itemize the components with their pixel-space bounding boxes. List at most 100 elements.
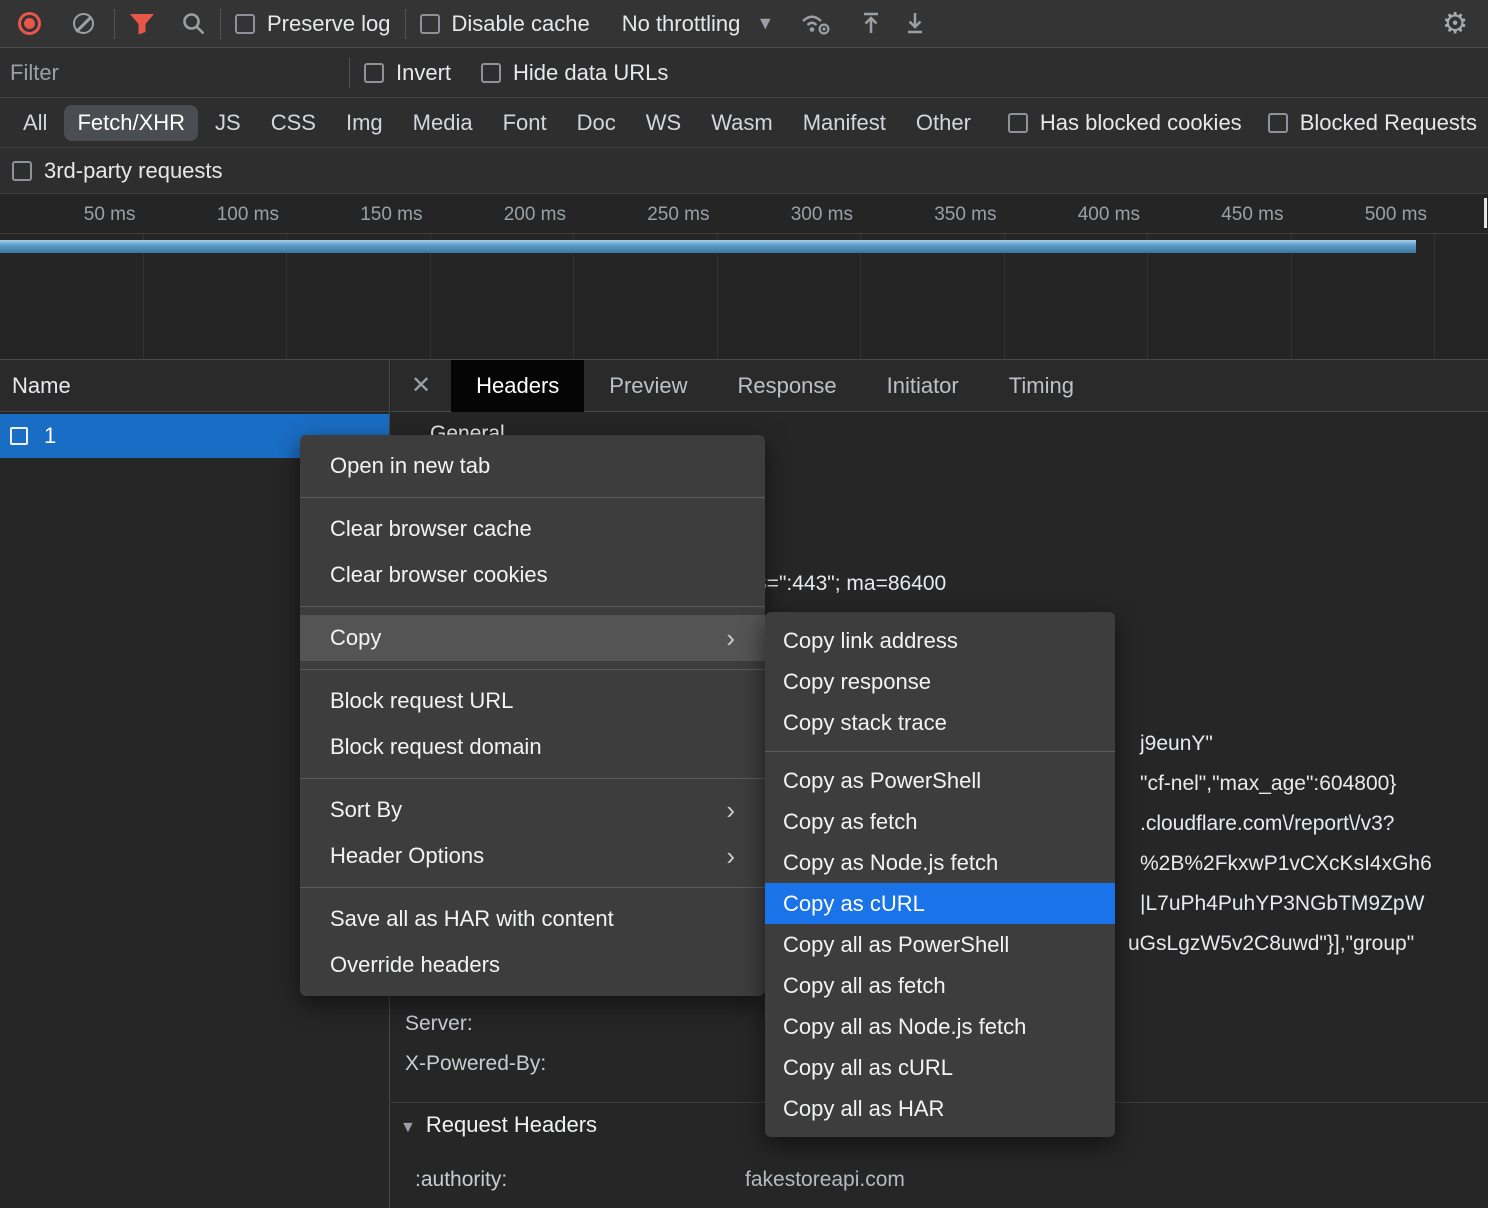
- filter-input[interactable]: [10, 60, 335, 86]
- tab-timing[interactable]: Timing: [984, 360, 1099, 412]
- menu-item-block-request-url[interactable]: Block request URL: [300, 678, 765, 724]
- submenu-arrow-icon: ›: [726, 615, 735, 661]
- ruler-tick: 300 ms: [718, 194, 862, 233]
- submenu-item-copy-all-as-curl[interactable]: Copy all as cURL: [765, 1047, 1115, 1088]
- submenu-item-copy-all-as-node-fetch[interactable]: Copy all as Node.js fetch: [765, 1006, 1115, 1047]
- menu-separator: [300, 669, 765, 670]
- filter-bar: Invert Hide data URLs: [0, 48, 1488, 98]
- alt-svc-value-fragment: 3=":443"; ma=86400: [755, 572, 946, 596]
- preserve-log-checkbox[interactable]: [235, 14, 255, 34]
- toolbar-divider: [220, 9, 221, 39]
- submenu-arrow-icon: ›: [726, 787, 735, 833]
- invert-label: Invert: [396, 60, 451, 86]
- network-overview-timeline[interactable]: 50 ms 100 ms 150 ms 200 ms 250 ms 300 ms…: [0, 194, 1488, 360]
- tab-headers[interactable]: Headers: [451, 360, 584, 412]
- submenu-item-copy-response[interactable]: Copy response: [765, 661, 1115, 702]
- submenu-item-copy-all-as-powershell[interactable]: Copy all as PowerShell: [765, 924, 1115, 965]
- overview-waterfall-bar: [0, 240, 1416, 253]
- devtools-network-panel: Preserve log Disable cache No throttling…: [0, 0, 1488, 1208]
- export-har-icon[interactable]: [904, 11, 926, 36]
- submenu-item-copy-all-as-har[interactable]: Copy all as HAR: [765, 1088, 1115, 1129]
- authority-header-name: :authority:: [415, 1168, 507, 1192]
- disable-cache-label: Disable cache: [452, 11, 590, 37]
- clear-network-log-icon[interactable]: [73, 13, 94, 34]
- submenu-item-copy-as-powershell[interactable]: Copy as PowerShell: [765, 760, 1115, 801]
- request-headers-section[interactable]: ▼Request Headers: [400, 1112, 597, 1138]
- menu-separator: [300, 778, 765, 779]
- ruler-tick: 150 ms: [287, 194, 431, 233]
- submenu-item-copy-as-curl[interactable]: Copy as cURL: [765, 883, 1115, 924]
- menu-item-clear-browser-cookies[interactable]: Clear browser cookies: [300, 552, 765, 598]
- menu-item-copy[interactable]: Copy›: [300, 615, 765, 661]
- header-value-fragment: "cf-nel","max_age":604800}: [1140, 772, 1396, 796]
- invert-checkbox[interactable]: [364, 63, 384, 83]
- type-filter-img[interactable]: Img: [333, 105, 396, 141]
- type-filter-fetch-xhr[interactable]: Fetch/XHR: [64, 105, 198, 141]
- ruler-tick: 50 ms: [0, 194, 144, 233]
- ruler-tick: 100 ms: [144, 194, 288, 233]
- ruler-tick: 250 ms: [574, 194, 718, 233]
- type-filter-ws[interactable]: WS: [633, 105, 694, 141]
- throttling-select[interactable]: No throttling: [622, 11, 741, 37]
- type-filter-media[interactable]: Media: [400, 105, 486, 141]
- type-filter-wasm[interactable]: Wasm: [698, 105, 786, 141]
- blocked-requests-checkbox[interactable]: [1268, 113, 1288, 133]
- request-row-checkbox[interactable]: [10, 427, 28, 445]
- close-details-icon[interactable]: ✕: [391, 371, 451, 400]
- menu-item-sort-by[interactable]: Sort By›: [300, 787, 765, 833]
- menu-item-clear-browser-cache[interactable]: Clear browser cache: [300, 506, 765, 552]
- search-icon[interactable]: [181, 11, 206, 36]
- submenu-item-copy-stack-trace[interactable]: Copy stack trace: [765, 702, 1115, 743]
- request-row-name: 1: [44, 423, 56, 449]
- type-filter-doc[interactable]: Doc: [564, 105, 629, 141]
- text-cursor-artifact: [1484, 198, 1487, 228]
- submenu-item-copy-all-as-fetch[interactable]: Copy all as fetch: [765, 965, 1115, 1006]
- throttling-caret-icon[interactable]: ▼: [756, 13, 774, 34]
- type-filter-js[interactable]: JS: [202, 105, 254, 141]
- ruler-tick: 450 ms: [1148, 194, 1292, 233]
- menu-item-override-headers[interactable]: Override headers: [300, 942, 765, 988]
- x-powered-by-header-name: X-Powered-By:: [405, 1052, 546, 1076]
- menu-item-block-request-domain[interactable]: Block request domain: [300, 724, 765, 770]
- submenu-item-copy-as-node-fetch[interactable]: Copy as Node.js fetch: [765, 842, 1115, 883]
- tab-initiator[interactable]: Initiator: [862, 360, 984, 412]
- submenu-item-copy-as-fetch[interactable]: Copy as fetch: [765, 801, 1115, 842]
- ruler-tick: 500 ms: [1292, 194, 1436, 233]
- type-filter-manifest[interactable]: Manifest: [790, 105, 899, 141]
- disable-cache-checkbox[interactable]: [420, 14, 440, 34]
- menu-item-save-all-har[interactable]: Save all as HAR with content: [300, 896, 765, 942]
- name-column-header[interactable]: Name: [0, 360, 389, 412]
- ruler-tick: 200 ms: [431, 194, 575, 233]
- tab-preview[interactable]: Preview: [584, 360, 712, 412]
- header-value-fragment: .cloudflare.com\/report\/v3?: [1140, 812, 1394, 836]
- submenu-arrow-icon: ›: [726, 833, 735, 879]
- type-filter-css[interactable]: CSS: [258, 105, 329, 141]
- import-har-icon[interactable]: [860, 11, 882, 36]
- menu-item-open-in-new-tab[interactable]: Open in new tab: [300, 443, 765, 489]
- menu-item-header-options[interactable]: Header Options›: [300, 833, 765, 879]
- has-blocked-cookies-label: Has blocked cookies: [1040, 110, 1242, 136]
- network-toolbar: Preserve log Disable cache No throttling…: [0, 0, 1488, 48]
- third-party-checkbox[interactable]: [12, 161, 32, 181]
- blocked-requests-label: Blocked Requests: [1300, 110, 1477, 136]
- has-blocked-cookies-checkbox[interactable]: [1008, 113, 1028, 133]
- hide-data-urls-checkbox[interactable]: [481, 63, 501, 83]
- submenu-item-copy-link-address[interactable]: Copy link address: [765, 620, 1115, 661]
- type-filter-font[interactable]: Font: [490, 105, 560, 141]
- record-icon[interactable]: [18, 12, 41, 35]
- menu-separator: [765, 751, 1115, 752]
- settings-gear-icon[interactable]: ⚙: [1442, 9, 1476, 38]
- third-party-row: 3rd-party requests: [0, 148, 1488, 194]
- type-filter-other[interactable]: Other: [903, 105, 984, 141]
- request-type-filters: All Fetch/XHR JS CSS Img Media Font Doc …: [0, 98, 1488, 148]
- tab-response[interactable]: Response: [713, 360, 862, 412]
- disclosure-triangle-icon[interactable]: ▼: [400, 1119, 416, 1136]
- details-tab-bar: ✕ Headers Preview Response Initiator Tim…: [391, 360, 1488, 412]
- network-conditions-icon[interactable]: [800, 11, 832, 37]
- third-party-label: 3rd-party requests: [44, 158, 223, 184]
- filter-funnel-icon[interactable]: [129, 13, 155, 35]
- header-value-fragment: |L7uPh4PuhYP3NGbTM9ZpW: [1140, 892, 1424, 916]
- ruler-tick: 400 ms: [1005, 194, 1149, 233]
- menu-separator: [300, 606, 765, 607]
- type-filter-all[interactable]: All: [10, 105, 60, 141]
